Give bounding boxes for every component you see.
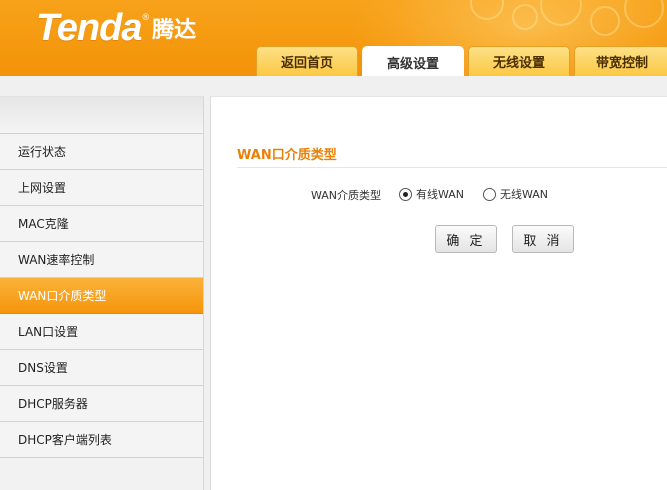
radio-wireless-wan-label: 无线WAN	[500, 188, 549, 201]
sidebar-item-wan-media-type[interactable]: WAN口介质类型	[0, 278, 203, 314]
ok-button[interactable]: 确 定	[435, 225, 497, 253]
header-bar: Tenda ® 腾达 返回首页 高级设置 无线设置 带宽控制	[0, 0, 667, 76]
section-divider	[237, 167, 667, 168]
wan-media-type-label: WAN介质类型	[311, 189, 382, 202]
tab-advanced-settings[interactable]: 高级设置	[362, 46, 464, 76]
sidebar-menu: 运行状态 上网设置 MAC克隆 WAN速率控制 WAN口介质类型 LAN口设置 …	[0, 96, 204, 490]
section-title: WAN口介质类型	[237, 148, 337, 163]
tab-wireless-settings[interactable]: 无线设置	[468, 46, 570, 76]
sidebar-item-mac-clone[interactable]: MAC克隆	[0, 206, 203, 242]
sidebar-item-wan-speed-control[interactable]: WAN速率控制	[0, 242, 203, 278]
sidebar-item-internet-settings[interactable]: 上网设置	[0, 170, 203, 206]
cancel-button[interactable]: 取 消	[512, 225, 574, 253]
logo-brand-text: Tenda	[36, 7, 142, 49]
sidebar-item-run-status[interactable]: 运行状态	[0, 134, 203, 170]
radio-unchecked-icon[interactable]	[483, 187, 496, 201]
tab-bandwidth-control[interactable]: 带宽控制	[574, 46, 667, 76]
radio-wired-wan[interactable]: 有线WAN	[399, 186, 464, 202]
sidebar-item-dhcp-server[interactable]: DHCP服务器	[0, 386, 203, 422]
radio-wired-wan-label: 有线WAN	[416, 188, 465, 201]
tenda-logo: Tenda ® 腾达	[36, 8, 196, 48]
registered-mark: ®	[142, 12, 150, 22]
sidebar-item-dhcp-client-list[interactable]: DHCP客户端列表	[0, 422, 203, 458]
radio-wireless-wan[interactable]: 无线WAN	[483, 186, 548, 202]
main-content: WAN口介质类型 WAN介质类型 有线WAN 无线WAN 确 定 取 消	[210, 96, 667, 490]
sidebar-item-dns-settings[interactable]: DNS设置	[0, 350, 203, 386]
tab-home[interactable]: 返回首页	[256, 46, 358, 76]
sidebar-item-lan-settings[interactable]: LAN口设置	[0, 314, 203, 350]
logo-brand-cn: 腾达	[152, 18, 197, 43]
wan-media-type-row: WAN介质类型 有线WAN 无线WAN	[211, 184, 667, 206]
radio-checked-icon[interactable]	[399, 187, 412, 201]
